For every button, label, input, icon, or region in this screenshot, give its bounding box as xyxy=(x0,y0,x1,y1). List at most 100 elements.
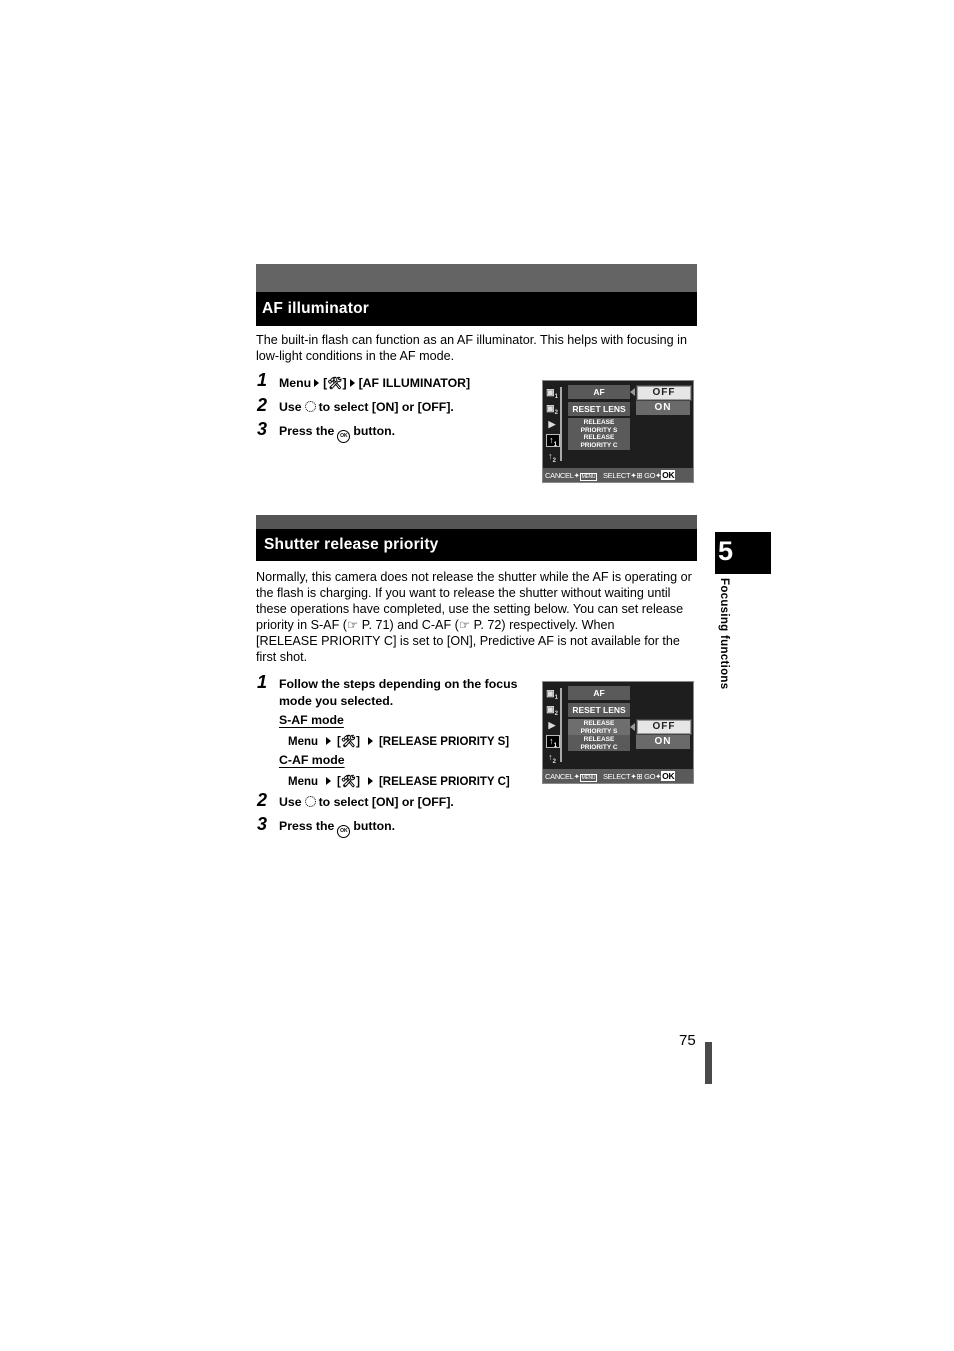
section-title-shutter-release-priority: Shutter release priority xyxy=(256,529,697,561)
cancel-label: CANCEL xyxy=(545,471,574,480)
menu-item-af-illuminator: AF ILLUMINATOR xyxy=(568,385,630,411)
step-text-line: mode you selected. xyxy=(279,694,394,708)
menu-item-line: PRIORITY C xyxy=(580,441,618,449)
ok-button-icon: OK xyxy=(337,825,351,838)
mode-heading-s-af: S-AF mode xyxy=(279,713,344,727)
camera-1-tab-icon: ▣1 xyxy=(546,688,558,701)
pointer-icon xyxy=(630,388,635,396)
arrow-right-icon xyxy=(326,737,332,745)
camera-menu-screen: ▣1 ▣2 ▶ ↑1 ↑2 AF ILLUMINATOR RESET LENS … xyxy=(542,681,694,784)
section-intro: Normally, this camera does not release t… xyxy=(256,569,701,665)
intro-line: first shot. xyxy=(256,650,308,664)
menu-label: Menu xyxy=(288,776,319,788)
dial-icon xyxy=(304,796,316,807)
wrench-1-tab-icon: ↑1 xyxy=(546,735,560,749)
step-text-pre: Press the xyxy=(279,424,335,438)
intro-line: these operations have completed, use the… xyxy=(256,602,684,616)
wrench-1-tab-icon: ↑1 xyxy=(546,434,560,448)
intro-line: The built-in flash can function as an AF… xyxy=(256,333,687,347)
step-2-text: Use to select [ON] or [OFF]. xyxy=(279,794,454,811)
wrench-1-tab-icon: 🛠︎ xyxy=(340,734,357,748)
arrow-right-icon xyxy=(367,777,373,785)
menu-item-line: RELEASE xyxy=(583,720,615,727)
text: priority in S-AF ( xyxy=(256,618,347,632)
menu-item-line: PRIORITY C xyxy=(580,743,618,751)
go-label: GO xyxy=(644,772,656,781)
page-edge-bar xyxy=(705,1042,712,1084)
text: P. 71) and C-AF ( xyxy=(358,618,459,632)
menu-item-line: RELEASE xyxy=(583,736,615,743)
menu-target: [RELEASE PRIORITY C] xyxy=(378,776,510,788)
go-label: GO xyxy=(644,471,656,480)
mode-menu-path-c-af: Menu [🛠︎] [RELEASE PRIORITY C] xyxy=(288,773,510,791)
camera-tab-column: ▣1 ▣2 ▶ ↑1 ↑2 xyxy=(543,682,565,768)
page-number: 75 xyxy=(679,1032,696,1049)
ok-button-icon: OK xyxy=(661,470,676,480)
page-reference-icon: ☞ xyxy=(346,618,359,632)
step-1-text: Menu [🛠︎] [AF ILLUMINATOR] xyxy=(279,375,470,392)
camera-2-tab-icon: ▣2 xyxy=(546,403,558,416)
menu-item-af-illuminator: AF ILLUMINATOR xyxy=(568,686,630,712)
playback-tab-icon: ▶ xyxy=(548,419,556,429)
section-header-band xyxy=(256,515,697,529)
camera-tab-column: ▣1 ▣2 ▶ ↑1 ↑2 xyxy=(543,381,565,467)
menu-button-icon: MENU xyxy=(579,473,598,481)
option-off: OFF xyxy=(636,719,692,735)
step-3-text: Press the OK button. xyxy=(279,818,395,838)
menu-item-reset-lens: RESET LENS xyxy=(568,402,630,416)
intro-line: the flash is charging. If you want to re… xyxy=(256,586,671,600)
option-on: ON xyxy=(636,735,690,749)
menu-item-line: RELEASE xyxy=(583,434,615,441)
step-text-pre: Press the xyxy=(279,819,335,833)
section-intro: The built-in flash can function as an AF… xyxy=(256,332,701,364)
ok-button-icon: OK xyxy=(337,430,351,443)
bracket: ] xyxy=(356,736,360,748)
step-text-line: Follow the steps depending on the focus xyxy=(279,677,518,691)
menu-item-release-priority-c: RELEASE PRIORITY C xyxy=(568,735,630,751)
option-on: ON xyxy=(636,401,690,415)
menu-item-line: RELEASE xyxy=(583,419,615,426)
step-number: 2 xyxy=(257,395,268,415)
dpad-icon: ⊞ xyxy=(636,772,643,781)
step-text-post: to select [ON] or [OFF]. xyxy=(318,795,454,809)
intro-line: low-light conditions in the AF mode. xyxy=(256,349,455,363)
step-number: 3 xyxy=(257,814,268,834)
mode-menu-path-s-af: Menu [🛠︎] [RELEASE PRIORITY S] xyxy=(288,733,509,751)
cancel-label: CANCEL xyxy=(545,772,574,781)
mode-heading-c-af: C-AF mode xyxy=(279,753,345,767)
step-1-text: Follow the steps depending on the focus … xyxy=(279,676,517,710)
camera-menu-screen: ▣1 ▣2 ▶ ↑1 ↑2 AF ILLUMINATOR OFF ON RESE… xyxy=(542,380,694,483)
menu-label: Menu xyxy=(279,376,312,390)
section-title-af-illuminator: AF illuminator xyxy=(256,292,697,326)
menu-item-release-priority-s: RELEASE PRIORITY S RELEASE PRIORITY C xyxy=(568,418,630,450)
dial-icon xyxy=(304,401,316,412)
intro-line: Normally, this camera does not release t… xyxy=(256,570,692,584)
bracket: ] xyxy=(342,376,347,390)
menu-button-icon: MENU xyxy=(579,774,598,782)
text: P. 72) respectively. When xyxy=(470,618,615,632)
section-title-text: AF illuminator xyxy=(262,300,369,317)
chapter-tab: 5 xyxy=(715,532,771,574)
select-label: SELECT xyxy=(602,772,631,781)
page-reference-icon: ☞ xyxy=(458,618,471,632)
step-text-post: to select [ON] or [OFF]. xyxy=(318,400,454,414)
camera-1-tab-icon: ▣1 xyxy=(546,387,558,400)
menu-label: Menu xyxy=(288,736,319,748)
camera-2-tab-icon: ▣2 xyxy=(546,704,558,717)
intro-line: priority in S-AF (☞ P. 71) and C-AF (☞ P… xyxy=(256,617,701,633)
screen-footer: CANCEL✦ MENU SELECT✦⊞ GO✦OK xyxy=(543,468,693,482)
screen-footer: CANCEL✦ MENU SELECT✦⊞ GO✦OK xyxy=(543,769,693,783)
chapter-label: Focusing functions xyxy=(718,578,730,690)
select-label: SELECT xyxy=(602,471,631,480)
arrow-right-icon xyxy=(367,737,373,745)
step-number: 3 xyxy=(257,419,268,439)
arrow-right-icon xyxy=(326,777,332,785)
dpad-icon: ⊞ xyxy=(636,471,643,480)
section-header-band xyxy=(256,264,697,292)
step-number: 1 xyxy=(257,370,268,390)
ok-button-icon: OK xyxy=(661,771,676,781)
section-title-text: Shutter release priority xyxy=(264,536,439,553)
wrench-2-tab-icon: ↑2 xyxy=(548,752,556,765)
step-text-post: button. xyxy=(353,819,396,833)
pointer-icon xyxy=(630,723,635,731)
